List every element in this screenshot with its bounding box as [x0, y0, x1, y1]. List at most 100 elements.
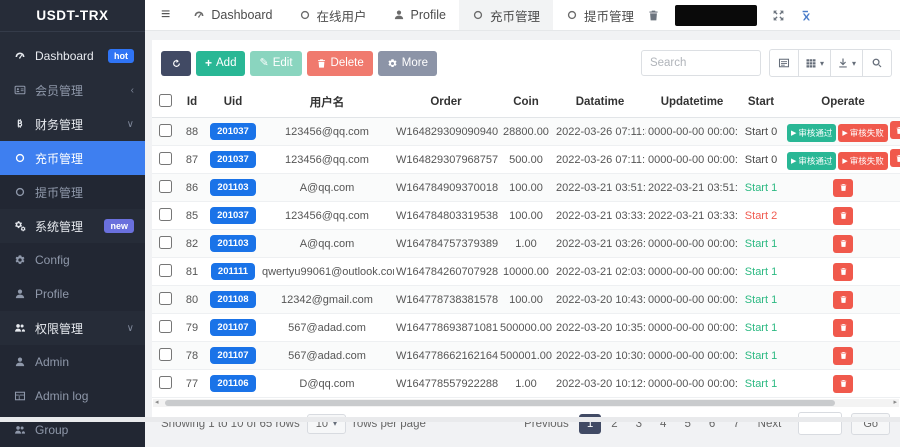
row-delete-button[interactable] [890, 121, 900, 139]
chevron-down-icon: ∨ [127, 323, 134, 334]
export-button[interactable]: ▾ [830, 49, 863, 77]
row-checkbox[interactable] [159, 124, 172, 137]
sidebar-item[interactable]: Config [0, 243, 145, 277]
sidebar-item[interactable]: 充币管理 [0, 141, 145, 175]
delete-button[interactable]: Delete [307, 51, 373, 76]
sidebar-item[interactable]: 财务管理∨ [0, 107, 145, 141]
topnav-item-label: 在线用户 [317, 6, 367, 25]
fail-button[interactable]: ▶审核失败 [838, 124, 887, 142]
username-cell: 567@adad.com [260, 314, 394, 342]
sidebar-item[interactable]: 系统管理new [0, 209, 145, 243]
topnav-item[interactable]: 提币管理 [553, 0, 647, 30]
sidebar-item-label: Profile [35, 287, 69, 301]
excel-icon[interactable] [800, 9, 813, 22]
row-delete-button[interactable] [833, 375, 853, 393]
refresh-button[interactable] [161, 51, 191, 76]
topnav-item-label: Profile [411, 8, 446, 22]
search-input[interactable] [641, 50, 761, 76]
updatetime-cell: 0000-00-00 00:00:00 [646, 286, 738, 314]
edit-button[interactable]: ✎Edit [250, 51, 301, 76]
coin-cell: 100.00 [498, 286, 554, 314]
scroll-left-icon[interactable]: ◂ [155, 399, 159, 407]
approve-button[interactable]: ▶审核通过 [787, 152, 836, 170]
row-checkbox[interactable] [159, 292, 172, 305]
uid-badge: 201106 [210, 375, 255, 392]
gauge-icon [193, 9, 205, 21]
start-cell: Start 1 [738, 258, 784, 286]
row-delete-button[interactable] [890, 149, 900, 167]
more-button[interactable]: More [378, 51, 437, 76]
topnav-item[interactable]: 充币管理 [459, 0, 553, 30]
approve-button[interactable]: ▶审核通过 [787, 124, 836, 142]
row-delete-button[interactable] [833, 319, 853, 337]
circle-icon [566, 9, 578, 21]
start-status: Start 0 [745, 126, 777, 138]
trash-icon [839, 239, 848, 248]
id-cell: 78 [178, 342, 206, 370]
row-checkbox[interactable] [159, 320, 172, 333]
id-cell: 88 [178, 118, 206, 146]
row-checkbox[interactable] [159, 152, 172, 165]
topnav-item[interactable]: 在线用户 [286, 0, 380, 30]
trash-icon [839, 267, 848, 276]
row-checkbox[interactable] [159, 208, 172, 221]
scroll-right-icon[interactable]: ▸ [893, 399, 897, 407]
fail-button[interactable]: ▶审核失败 [838, 152, 887, 170]
row-checkbox[interactable] [159, 348, 172, 361]
fullscreen-icon[interactable] [772, 9, 785, 22]
fullscreen-search-button[interactable] [862, 49, 892, 77]
sidebar-menu: Dashboardhot会员管理‹财务管理∨充币管理提币管理系统管理newCon… [0, 32, 145, 447]
sidebar-item[interactable]: Admin [0, 345, 145, 379]
row-checkbox[interactable] [159, 180, 172, 193]
select-all-checkbox[interactable] [159, 94, 172, 107]
order-cell: W1647847573793895 [394, 230, 498, 258]
sidebar-item[interactable]: 会员管理‹ [0, 73, 145, 107]
row-select-cell [152, 370, 178, 398]
row-checkbox[interactable] [159, 376, 172, 389]
page-jump-input[interactable] [798, 412, 842, 435]
row-delete-button[interactable] [833, 207, 853, 225]
cogs-icon [11, 220, 28, 232]
scrollbar-thumb[interactable] [165, 400, 835, 406]
sidebar-item-label: 权限管理 [35, 320, 83, 337]
columns-button[interactable]: ▾ [798, 49, 831, 77]
row-delete-button[interactable] [833, 179, 853, 197]
select-all-header [152, 86, 178, 118]
topnav-item[interactable]: Dashboard [180, 0, 285, 30]
trash-icon[interactable] [647, 9, 660, 22]
add-button[interactable]: +Add [196, 51, 245, 76]
row-checkbox[interactable] [159, 264, 172, 277]
start-status: Start 0 [745, 154, 777, 166]
approve-label: 审核通过 [798, 155, 832, 167]
card-view-button[interactable] [769, 49, 799, 77]
hot-badge: hot [108, 49, 134, 63]
coin-cell: 500001.00 [498, 342, 554, 370]
sidebar-item[interactable]: 提币管理 [0, 175, 145, 209]
coin-cell: 100.00 [498, 174, 554, 202]
row-delete-button[interactable] [833, 291, 853, 309]
menu-toggle-icon[interactable]: ≡ [151, 6, 180, 24]
sidebar-item[interactable]: Profile [0, 277, 145, 311]
redacted-region [675, 5, 757, 26]
go-button[interactable]: Go [851, 413, 890, 435]
sidebar-item[interactable]: 权限管理 ∨ [0, 311, 145, 345]
row-delete-button[interactable] [833, 347, 853, 365]
sidebar-item[interactable]: Dashboardhot [0, 39, 145, 73]
horizontal-scrollbar[interactable]: ◂ ▸ [153, 399, 899, 407]
tablelist-icon [11, 390, 28, 402]
datatime-cell: 2022-03-20 10:35:38 [554, 314, 646, 342]
topnav-item[interactable]: Profile [380, 0, 459, 30]
column-header: Datatime [554, 86, 646, 118]
row-delete-button[interactable] [833, 263, 853, 281]
table-row: 79201107567@adad.comW1647786938710818500… [152, 314, 900, 342]
sidebar-item[interactable]: Admin log [0, 379, 145, 413]
chevron-left-icon: ‹ [131, 85, 134, 96]
row-delete-button[interactable] [833, 235, 853, 253]
coin-cell: 1.00 [498, 230, 554, 258]
username-cell: 123456@qq.com [260, 202, 394, 230]
search-icon [871, 57, 883, 69]
table-row: 86201103A@qq.comW1647849093700184100.002… [152, 174, 900, 202]
row-checkbox[interactable] [159, 236, 172, 249]
sidebar-item-label: Admin [35, 355, 69, 369]
cog-icon [11, 254, 28, 266]
